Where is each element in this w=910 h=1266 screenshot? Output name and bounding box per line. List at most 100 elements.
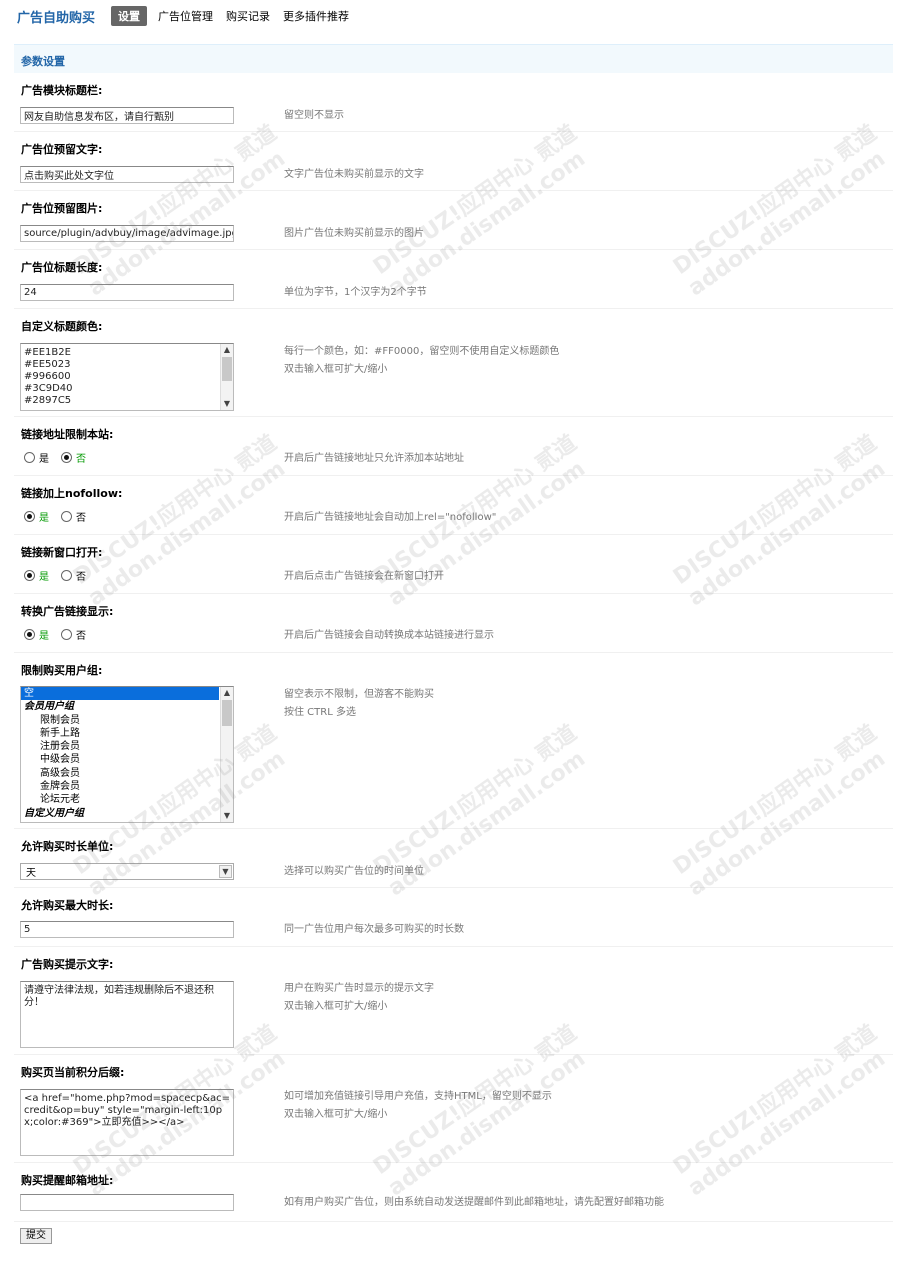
nofollow-radio-group: 是 否 <box>24 509 98 524</box>
field-tip: 开启后广告链接地址只允许添加本站地址 <box>284 453 464 464</box>
radio-yes[interactable] <box>24 570 35 581</box>
radio-yes[interactable] <box>24 511 35 522</box>
row-title-length: 广告位标题长度: 24 单位为字节，1个汉字为2个字节 <box>14 251 893 309</box>
textarea-line: #EE5023 <box>24 359 71 370</box>
scroll-down-icon[interactable]: ▼ <box>221 810 233 822</box>
row-notify-email: 购买提醒邮箱地址: 如有用户购买广告位，则由系统自动发送提醒邮件到此邮箱地址，请… <box>14 1164 893 1222</box>
field-label: 广告位预留图片: <box>21 202 103 215</box>
tab-more-plugins[interactable]: 更多插件推荐 <box>281 7 351 25</box>
row-time-unit: 允许购买时长单位: 天 ▼ 选择可以购买广告位的时间单位 <box>14 830 893 888</box>
top-nav: 广告自助购买 设置 广告位管理 购买记录 更多插件推荐 <box>17 6 360 26</box>
list-item[interactable]: 限制会员 <box>21 714 233 727</box>
field-tip: 每行一个颜色，如：#FF0000，留空则不使用自定义标题颜色 <box>284 346 560 357</box>
field-tip: 开启后点击广告链接会在新窗口打开 <box>284 571 444 582</box>
field-label: 广告位预留文字: <box>21 143 103 156</box>
textarea-line: #EE1B2E <box>24 347 71 358</box>
field-label: 允许购买最大时长: <box>21 899 114 912</box>
scroll-thumb[interactable] <box>222 700 232 726</box>
row-convert-link: 转换广告链接显示: 是 否 开启后广告链接会自动转换成本站链接进行显示 <box>14 595 893 653</box>
title-length-input[interactable]: 24 <box>20 284 234 301</box>
row-user-groups: 限制购买用户组: 空 会员用户组 限制会员 新手上路 注册会员 中级会员 高级会… <box>14 654 893 829</box>
list-item[interactable]: 中级会员 <box>21 753 233 766</box>
row-new-window: 链接新窗口打开: 是 否 开启后点击广告链接会在新窗口打开 <box>14 536 893 594</box>
field-label: 广告购买提示文字: <box>21 958 114 971</box>
field-tip: 开启后广告链接会自动转换成本站链接进行显示 <box>284 630 494 641</box>
module-title-input[interactable]: 网友自助信息发布区，请自行甄别 <box>20 107 234 124</box>
row-reserved-text: 广告位预留文字: 点击购买此处文字位 文字广告位未购买前显示的文字 <box>14 133 893 191</box>
notify-email-input[interactable] <box>20 1194 234 1211</box>
textarea-content: 请遵守法律法规，如若违规删除后不退还积分！ <box>24 985 214 1008</box>
field-tip-secondary: 双击输入框可扩大/缩小 <box>284 1109 388 1120</box>
scrollbar[interactable]: ▲ ▼ <box>220 687 233 822</box>
time-unit-select[interactable]: 天 ▼ <box>20 863 234 880</box>
chevron-down-icon[interactable]: ▼ <box>219 865 232 878</box>
max-duration-input[interactable]: 5 <box>20 921 234 938</box>
radio-yes-label[interactable]: 是 <box>39 627 49 642</box>
convert-link-radio-group: 是 否 <box>24 627 98 642</box>
reserved-image-input[interactable]: source/plugin/advbuy/image/advimage.jpg <box>20 225 234 242</box>
radio-no[interactable] <box>61 511 72 522</box>
radio-no[interactable] <box>61 452 72 463</box>
row-link-local: 链接地址限制本站: 是 否 开启后广告链接地址只允许添加本站地址 <box>14 418 893 476</box>
tab-settings[interactable]: 设置 <box>111 6 148 26</box>
field-label: 自定义标题颜色: <box>21 320 103 333</box>
list-item[interactable]: 新手上路 <box>21 727 233 740</box>
field-label: 购买提醒邮箱地址: <box>21 1174 114 1187</box>
list-item[interactable]: 注册会员 <box>21 740 233 753</box>
user-groups-listbox[interactable]: 空 会员用户组 限制会员 新手上路 注册会员 中级会员 高级会员 金牌会员 论坛… <box>20 686 234 823</box>
textarea-content: <a href="home.php?mod=spacecp&ac=credit&… <box>24 1093 231 1128</box>
submit-button[interactable]: 提交 <box>20 1228 52 1244</box>
radio-no-label[interactable]: 否 <box>76 627 86 642</box>
scrollbar[interactable]: ▲ ▼ <box>220 344 233 410</box>
field-tip: 图片广告位未购买前显示的图片 <box>284 228 424 239</box>
radio-yes-label[interactable]: 是 <box>39 509 49 524</box>
field-label: 链接加上nofollow: <box>21 487 123 500</box>
field-tip: 开启后广告链接地址会自动加上rel="nofollow" <box>284 512 497 523</box>
scroll-down-icon[interactable]: ▼ <box>221 398 233 410</box>
field-tip: 文字广告位未购买前显示的文字 <box>284 169 424 180</box>
scroll-thumb[interactable] <box>222 357 232 381</box>
row-reserved-image: 广告位预留图片: source/plugin/advbuy/image/advi… <box>14 192 893 250</box>
radio-no-label[interactable]: 否 <box>76 568 86 583</box>
list-item[interactable]: 论坛元老 <box>21 793 233 806</box>
radio-no-label[interactable]: 否 <box>76 509 86 524</box>
title-colors-textarea[interactable]: #EE1B2E #EE5023 #996600 #3C9D40 #2897C5 … <box>20 343 234 411</box>
row-title-colors: 自定义标题颜色: #EE1B2E #EE5023 #996600 #3C9D40… <box>14 310 893 417</box>
list-item[interactable]: 高级会员 <box>21 767 233 780</box>
credit-suffix-textarea[interactable]: <a href="home.php?mod=spacecp&ac=credit&… <box>20 1089 234 1156</box>
link-local-radio-group: 是 否 <box>24 450 98 465</box>
list-item[interactable]: 空 <box>21 687 219 701</box>
radio-yes[interactable] <box>24 452 35 463</box>
row-module-title: 广告模块标题栏: 网友自助信息发布区，请自行甄别 留空则不显示 <box>14 74 893 132</box>
list-item-group: 会员用户组 <box>24 701 74 713</box>
field-label: 链接新窗口打开: <box>21 546 103 559</box>
field-tip: 选择可以购买广告位的时间单位 <box>284 866 424 877</box>
new-window-radio-group: 是 否 <box>24 568 98 583</box>
textarea-line: #996600 <box>24 371 71 382</box>
scroll-up-icon[interactable]: ▲ <box>221 687 233 699</box>
field-label: 广告模块标题栏: <box>21 84 103 97</box>
radio-no-label[interactable]: 否 <box>76 450 86 465</box>
radio-no[interactable] <box>61 629 72 640</box>
scroll-up-icon[interactable]: ▲ <box>221 344 233 356</box>
app-title[interactable]: 广告自助购买 <box>17 7 95 26</box>
textarea-line: #3C9D40 <box>24 383 73 394</box>
tab-ad-slot-management[interactable]: 广告位管理 <box>156 7 215 25</box>
field-tip-secondary: 按住 CTRL 多选 <box>284 707 356 718</box>
row-credit-suffix: 购买页当前积分后缀: <a href="home.php?mod=spacecp… <box>14 1056 893 1163</box>
row-max-duration: 允许购买最大时长: 5 同一广告位用户每次最多可购买的时长数 <box>14 889 893 947</box>
tab-purchase-records[interactable]: 购买记录 <box>224 7 272 25</box>
section-title: 参数设置 <box>14 44 893 73</box>
radio-no[interactable] <box>61 570 72 581</box>
radio-yes-label[interactable]: 是 <box>39 568 49 583</box>
field-label: 广告位标题长度: <box>21 261 103 274</box>
field-tip: 同一广告位用户每次最多可购买的时长数 <box>284 924 464 935</box>
field-tip-secondary: 双击输入框可扩大/缩小 <box>284 364 388 375</box>
reserved-text-input[interactable]: 点击购买此处文字位 <box>20 166 234 183</box>
radio-yes-label[interactable]: 是 <box>39 450 49 465</box>
row-notice-text: 广告购买提示文字: 请遵守法律法规，如若违规删除后不退还积分！ 用户在购买广告时… <box>14 948 893 1055</box>
list-item[interactable]: 金牌会员 <box>21 780 233 793</box>
notice-text-textarea[interactable]: 请遵守法律法规，如若违规删除后不退还积分！ <box>20 981 234 1048</box>
radio-yes[interactable] <box>24 629 35 640</box>
field-label: 购买页当前积分后缀: <box>21 1066 125 1079</box>
